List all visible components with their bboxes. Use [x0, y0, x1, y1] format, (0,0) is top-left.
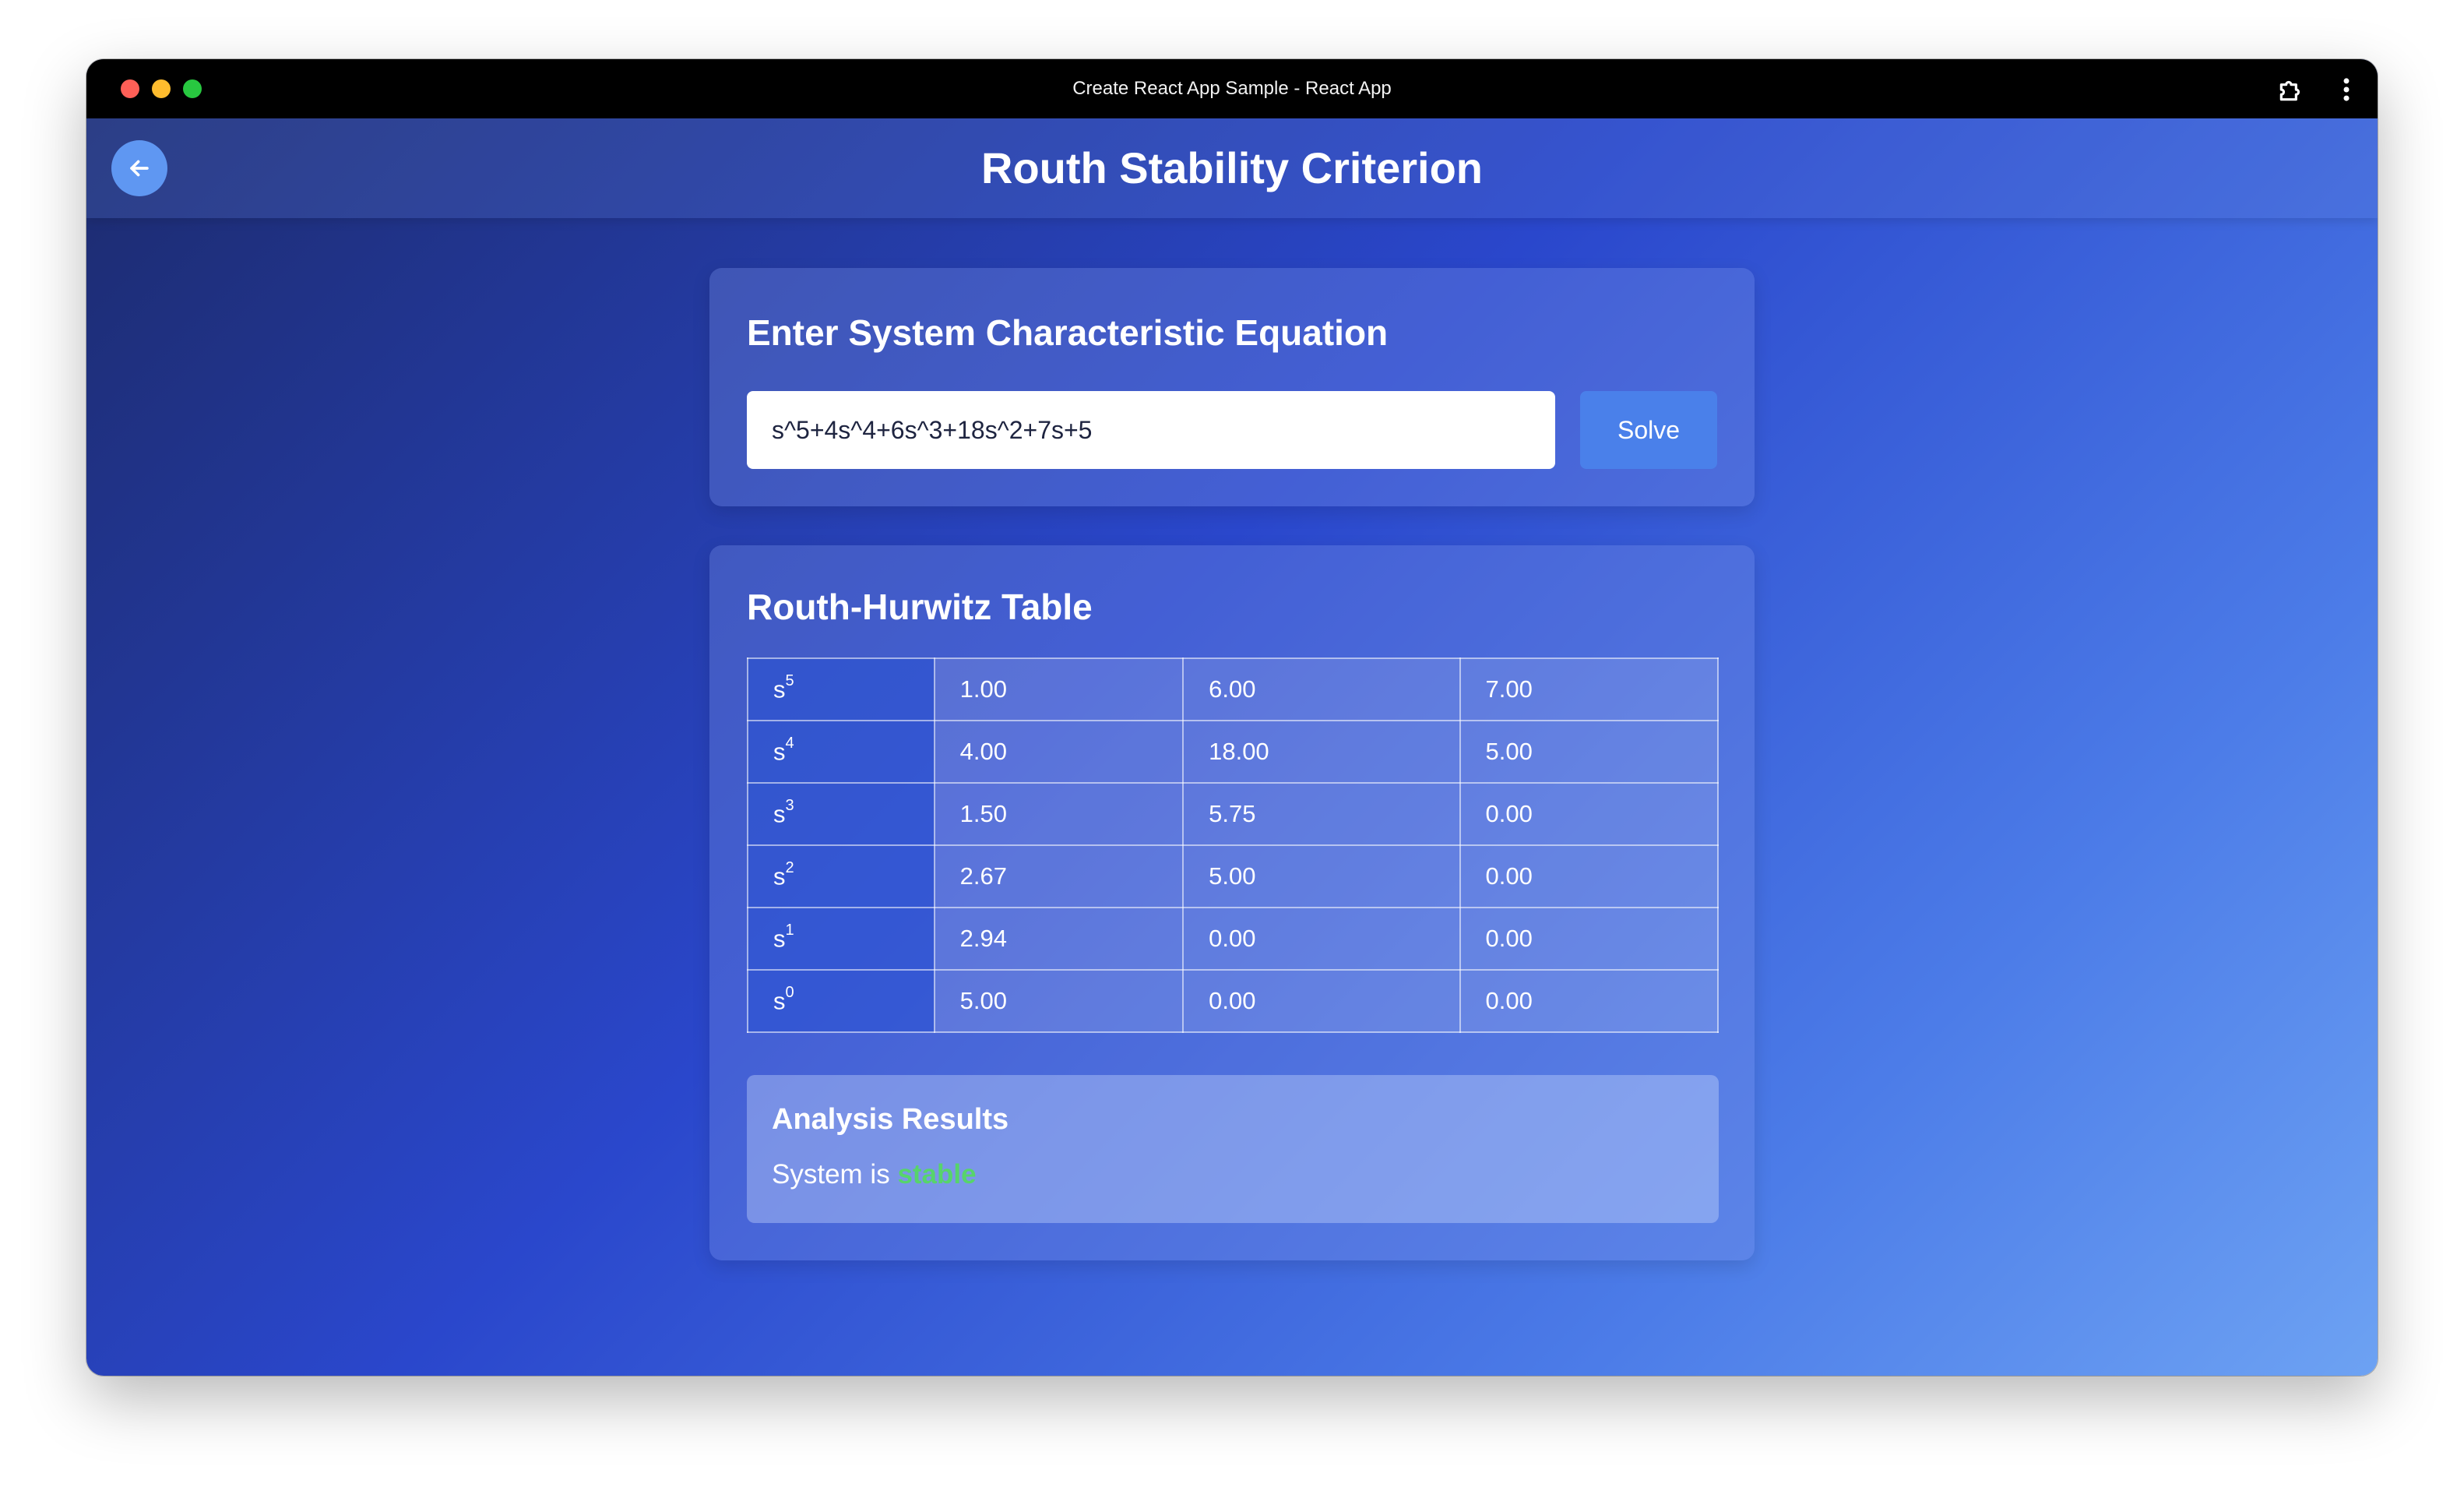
- table-cell: 5.00: [933, 969, 1184, 1033]
- table-row: s1 2.94 0.00 0.00: [747, 907, 1720, 971]
- window-title: Create React App Sample - React App: [1072, 78, 1392, 99]
- more-vertical-icon[interactable]: [2337, 75, 2356, 104]
- row-label-power: 1: [785, 921, 794, 939]
- row-label-power: 4: [785, 734, 794, 752]
- row-label: s5: [747, 657, 935, 721]
- row-label-base: s: [773, 675, 786, 703]
- row-label-base: s: [773, 800, 786, 828]
- table-row: s3 1.50 5.75 0.00: [747, 782, 1720, 846]
- puzzle-piece-icon[interactable]: [2276, 75, 2306, 104]
- table-cell: 2.94: [933, 907, 1184, 971]
- stability-prefix: System is: [772, 1159, 890, 1190]
- table-cell: 18.00: [1182, 720, 1461, 784]
- table-cell: 6.00: [1182, 657, 1461, 721]
- table-cell: 0.00: [1459, 844, 1720, 908]
- row-label-base: s: [773, 738, 786, 766]
- routh-table-card: Routh-Hurwitz Table s5 1.00 6.00 7.00 s4…: [709, 545, 1755, 1260]
- table-row: s2 2.67 5.00 0.00: [747, 844, 1720, 908]
- row-label-power: 5: [785, 671, 794, 689]
- row-label-power: 3: [785, 796, 794, 814]
- table-cell: 2.67: [933, 844, 1184, 908]
- browser-window: Create React App Sample - React App Rout…: [86, 59, 2378, 1376]
- table-cell: 5.00: [1182, 844, 1461, 908]
- analysis-results-panel: Analysis Results System is stable: [747, 1075, 1719, 1223]
- page-title: Routh Stability Criterion: [981, 143, 1483, 192]
- table-cell: 5.75: [1182, 782, 1461, 846]
- row-label-base: s: [773, 987, 786, 1015]
- app-header: Routh Stability Criterion: [86, 118, 2378, 218]
- equation-card: Enter System Characteristic Equation Sol…: [709, 268, 1755, 506]
- row-label-base: s: [773, 925, 786, 953]
- table-cell: 4.00: [933, 720, 1184, 784]
- table-row: s5 1.00 6.00 7.00: [747, 657, 1720, 721]
- row-label: s4: [747, 720, 935, 784]
- analysis-results-heading: Analysis Results: [772, 1103, 1009, 1136]
- table-cell: 0.00: [1182, 907, 1461, 971]
- routh-hurwitz-table: s5 1.00 6.00 7.00 s4 4.00 18.00 5.00 s3 …: [747, 657, 1720, 1033]
- title-bar: Create React App Sample - React App: [86, 59, 2378, 118]
- stability-statement: System is stable: [772, 1159, 977, 1190]
- equation-card-heading: Enter System Characteristic Equation: [747, 312, 1389, 353]
- table-cell: 0.00: [1459, 782, 1720, 846]
- row-label: s1: [747, 907, 935, 971]
- row-label: s0: [747, 969, 935, 1033]
- row-label: s2: [747, 844, 935, 908]
- equation-input[interactable]: [747, 391, 1555, 469]
- row-label-power: 0: [785, 983, 794, 1001]
- table-row: s4 4.00 18.00 5.00: [747, 720, 1720, 784]
- row-label-power: 2: [785, 858, 794, 876]
- table-cell: 1.50: [933, 782, 1184, 846]
- table-cell: 1.00: [933, 657, 1184, 721]
- table-cell: 7.00: [1459, 657, 1720, 721]
- solve-button[interactable]: Solve: [1580, 391, 1717, 469]
- table-row: s0 5.00 0.00 0.00: [747, 969, 1720, 1033]
- row-label-base: s: [773, 862, 786, 890]
- table-cell: 5.00: [1459, 720, 1720, 784]
- table-cell: 0.00: [1459, 969, 1720, 1033]
- table-cell: 0.00: [1459, 907, 1720, 971]
- table-card-heading: Routh-Hurwitz Table: [747, 587, 1093, 627]
- row-label: s3: [747, 782, 935, 846]
- stability-status: stable: [897, 1159, 977, 1190]
- table-cell: 0.00: [1182, 969, 1461, 1033]
